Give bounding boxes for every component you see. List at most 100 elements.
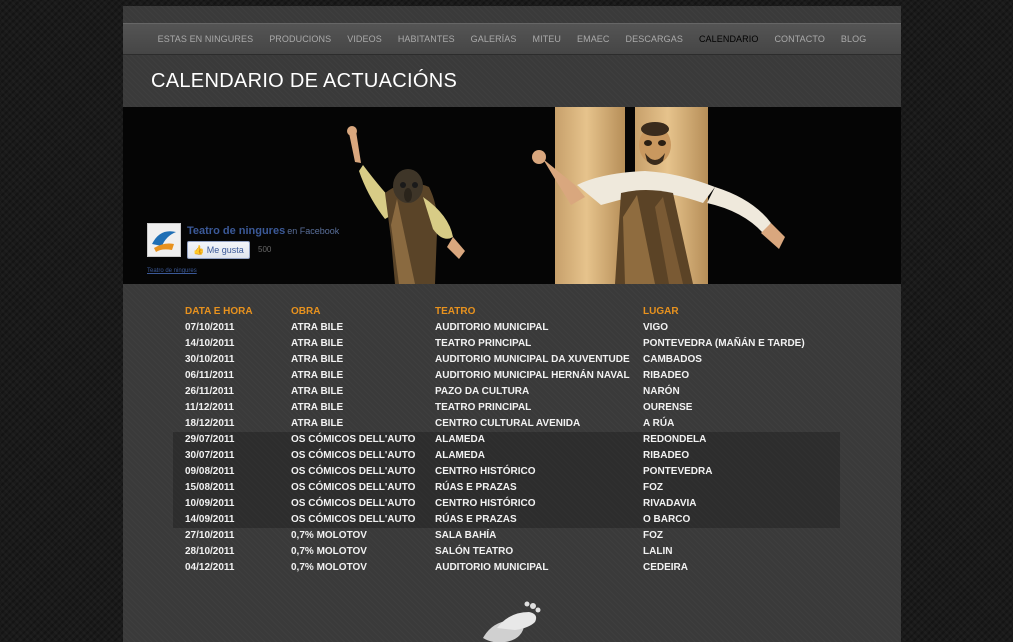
- cell-theatre: PAZO DA CULTURA: [435, 386, 530, 397]
- cell-theatre: SALA BAHÍA: [435, 530, 497, 541]
- table-row: 04/12/2011 0,7% MOLOTOV AUDITORIO MUNICIPA…: [173, 560, 840, 576]
- cell-place: OURENSE: [643, 402, 693, 413]
- hero-banner: Teatro de ningures en Facebook 👍 Me gusta…: [123, 107, 901, 284]
- table-row: 10/09/2011 OS CÓMICOS DELL'AUTO CENTRO HIS…: [173, 496, 840, 512]
- table-row: 15/08/2011 OS CÓMICOS DELL'AUTO RÚAS E PRA…: [173, 480, 840, 496]
- cell-play: ATRA BILE: [291, 322, 344, 333]
- header-date: DATA E HORA: [185, 306, 253, 317]
- table-row: 07/10/2011 ATRA BILE AUDITORIO MUNICIPAL VI…: [173, 320, 840, 336]
- table-row: 26/11/2011 ATRA BILE PAZO DA CULTURA NARÓN: [173, 384, 840, 400]
- thumbs-up-icon: 👍: [193, 245, 205, 255]
- cell-date: 28/10/2011: [185, 546, 235, 557]
- table-row: 18/12/2011 ATRA BILE CENTRO CULTURAL AVENI…: [173, 416, 840, 432]
- nav-item-emaec[interactable]: EMAEC: [577, 34, 610, 44]
- cell-play: ATRA BILE: [291, 386, 344, 397]
- cell-play: ATRA BILE: [291, 402, 344, 413]
- cell-place: PONTEVEDRA (MAÑÁN E TARDE): [643, 338, 805, 349]
- facebook-page-name: Teatro de ningures: [187, 225, 286, 237]
- facebook-page-link[interactable]: Teatro de ningures en Facebook: [187, 225, 339, 237]
- cell-date: 14/10/2011: [185, 338, 235, 349]
- ningures-logo-icon: [147, 223, 181, 257]
- header-theatre: TEATRO: [435, 306, 476, 317]
- nav-item-videos[interactable]: VIDEOS: [347, 34, 382, 44]
- cell-date: 18/12/2011: [185, 418, 235, 429]
- cell-play: ATRA BILE: [291, 370, 344, 381]
- table-row: 11/12/2011 ATRA BILE TEATRO PRINCIPAL OUREN…: [173, 400, 840, 416]
- nav-item-producions[interactable]: PRODUCIONS: [269, 34, 331, 44]
- cell-place: FOZ: [643, 482, 663, 493]
- table-row: 14/09/2011 OS CÓMICOS DELL'AUTO RÚAS E PRA…: [173, 512, 840, 528]
- nav-item-blog[interactable]: BLOG: [841, 34, 866, 44]
- table-header-row: DATA E HORA OBRA TEATRO LUGAR: [173, 304, 840, 320]
- cell-date: 06/11/2011: [185, 370, 234, 381]
- cell-date: 26/11/2011: [185, 386, 234, 397]
- cell-play: OS CÓMICOS DELL'AUTO: [291, 466, 416, 477]
- header-place: LUGAR: [643, 306, 679, 317]
- cell-place: LALIN: [643, 546, 673, 557]
- nav-item-calendario[interactable]: CALENDARIO: [699, 34, 759, 44]
- nav-item-estas-en-ningures[interactable]: ESTAS EN NINGURES: [158, 34, 254, 44]
- header-play: OBRA: [291, 306, 321, 317]
- table-row: 30/07/2011 OS CÓMICOS DELL'AUTO ALAMEDA RIB…: [173, 448, 840, 464]
- cell-date: 09/08/2011: [185, 466, 235, 477]
- cell-play: ATRA BILE: [291, 338, 344, 349]
- table-body: 07/10/2011 ATRA BILE AUDITORIO MUNICIPAL VI…: [173, 320, 840, 576]
- cell-theatre: ALAMEDA: [435, 434, 485, 445]
- facebook-footer-link[interactable]: Teatro de ningures: [147, 268, 197, 274]
- cell-place: FOZ: [643, 530, 663, 541]
- cell-play: OS CÓMICOS DELL'AUTO: [291, 450, 416, 461]
- cell-place: O BARCO: [643, 514, 691, 525]
- table-row: 27/10/2011 0,7% MOLOTOV SALA BAHÍA FOZ: [173, 528, 840, 544]
- cell-theatre: AUDITORIO MUNICIPAL: [435, 322, 549, 333]
- cell-theatre: AUDITORIO MUNICIPAL: [435, 562, 549, 573]
- table-row: 14/10/2011 ATRA BILE TEATRO PRINCIPAL PONTE…: [173, 336, 840, 352]
- cell-date: 30/10/2011: [185, 354, 235, 365]
- cell-play: OS CÓMICOS DELL'AUTO: [291, 514, 416, 525]
- cell-date: 27/10/2011: [185, 530, 235, 541]
- cell-theatre: AUDITORIO MUNICIPAL HERNÁN NAVAL: [435, 370, 630, 381]
- cell-place: RIVADAVIA: [643, 498, 697, 509]
- cell-place: CAMBADOS: [643, 354, 702, 365]
- cell-place: NARÓN: [643, 386, 680, 397]
- nav-item-galerías[interactable]: GALERÍAS: [471, 34, 517, 44]
- nav-item-contacto[interactable]: CONTACTO: [774, 34, 824, 44]
- cell-theatre: CENTRO HISTÓRICO: [435, 498, 536, 509]
- cell-play: OS CÓMICOS DELL'AUTO: [291, 498, 416, 509]
- cell-place: RIBADEO: [643, 370, 690, 381]
- cell-date: 15/08/2011: [185, 482, 235, 493]
- cell-theatre: CENTRO CULTURAL AVENIDA: [435, 418, 581, 429]
- cell-place: REDONDELA: [643, 434, 707, 445]
- cell-play: OS CÓMICOS DELL'AUTO: [291, 434, 416, 445]
- nav-item-miteu[interactable]: MITEU: [533, 34, 562, 44]
- schedule-table: DATA E HORA OBRA TEATRO LUGAR 07/10/2011…: [173, 304, 840, 576]
- cell-place: VIGO: [643, 322, 669, 333]
- cell-play: OS CÓMICOS DELL'AUTO: [291, 482, 416, 493]
- cell-play: ATRA BILE: [291, 354, 344, 365]
- facebook-like-button[interactable]: 👍 Me gusta: [187, 241, 250, 259]
- like-button-label: Me gusta: [206, 245, 244, 255]
- cell-theatre: RÚAS E PRAZAS: [435, 514, 517, 525]
- table-row: 06/11/2011 ATRA BILE AUDITORIO MUNICIPAL H…: [173, 368, 840, 384]
- nav-item-descargas[interactable]: DESCARGAS: [626, 34, 683, 44]
- main-nav: ESTAS EN NINGURES PRODUCIONS VIDEOS HABITAN…: [123, 23, 901, 55]
- table-row: 30/10/2011 ATRA BILE AUDITORIO MUNICIPAL D…: [173, 352, 840, 368]
- nav-item-habitantes[interactable]: HABITANTES: [398, 34, 455, 44]
- cell-play: 0,7% MOLOTOV: [291, 562, 367, 573]
- page-container: ESTAS EN NINGURES PRODUCIONS VIDEOS HABITAN…: [123, 6, 901, 642]
- table-row: 28/10/2011 0,7% MOLOTOV SALÓN TEATRO LALIN: [173, 544, 840, 560]
- footprint-logo-icon: [483, 601, 541, 642]
- table-row: 29/07/2011 OS CÓMICOS DELL'AUTO ALAMEDA RED…: [173, 432, 840, 448]
- cell-theatre: ALAMEDA: [435, 450, 485, 461]
- table-row: 09/08/2011 OS CÓMICOS DELL'AUTO CENTRO HIS…: [173, 464, 840, 480]
- cell-date: 04/12/2011: [185, 562, 235, 573]
- cell-date: 29/07/2011: [185, 434, 235, 445]
- cell-place: PONTEVEDRA: [643, 466, 713, 477]
- cell-theatre: TEATRO PRINCIPAL: [435, 338, 532, 349]
- cell-date: 14/09/2011: [185, 514, 235, 525]
- cell-theatre: RÚAS E PRAZAS: [435, 482, 517, 493]
- facebook-on-label: en Facebook: [287, 226, 340, 236]
- cell-theatre: CENTRO HISTÓRICO: [435, 466, 536, 477]
- cell-date: 10/09/2011: [185, 498, 235, 509]
- cell-play: ATRA BILE: [291, 418, 344, 429]
- cell-place: A RÚA: [643, 418, 675, 429]
